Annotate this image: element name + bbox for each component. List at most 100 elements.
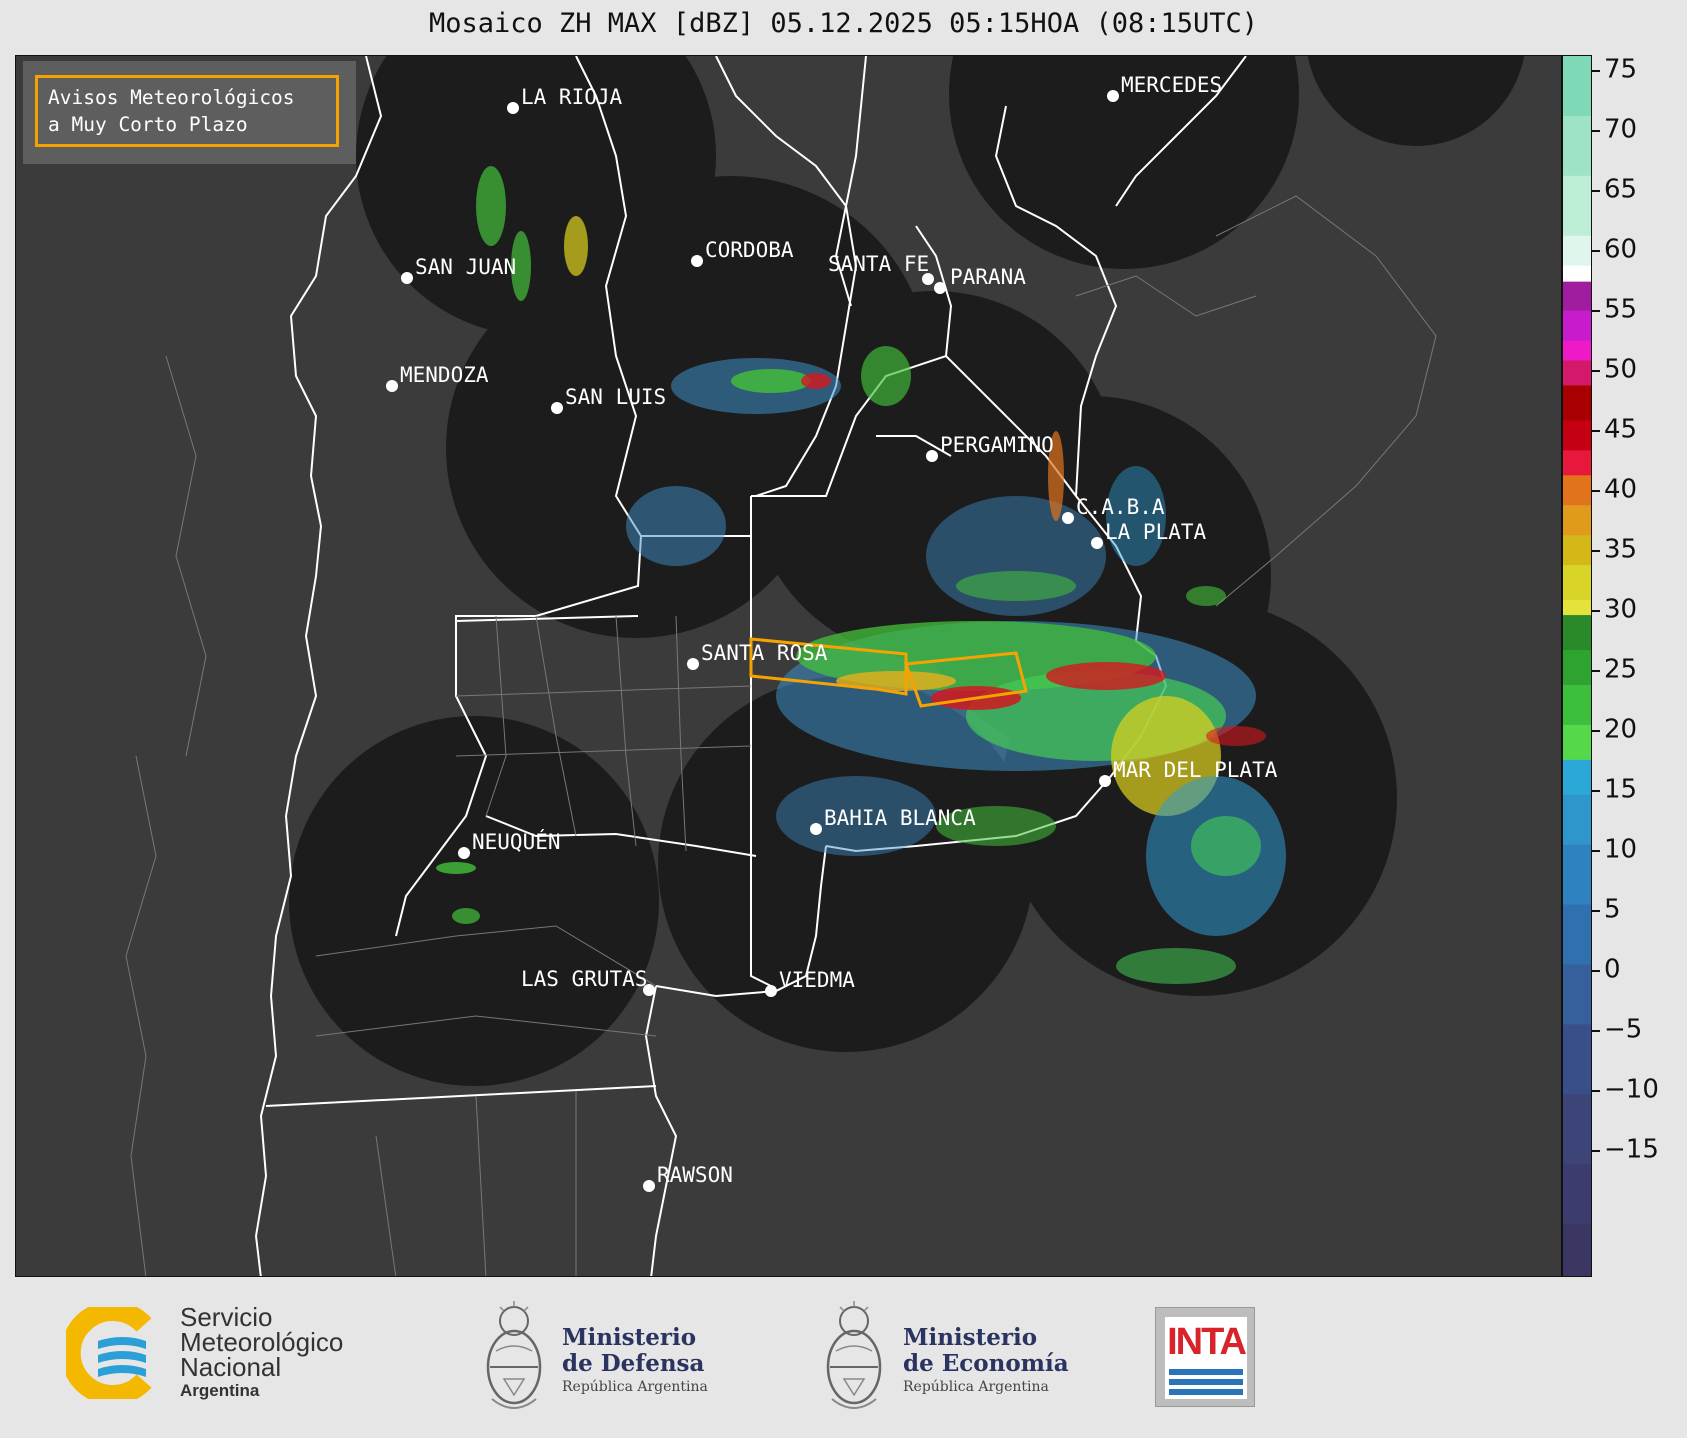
smn-logo-icon — [60, 1301, 152, 1405]
colorbar-tick-label: 15 — [1604, 774, 1638, 805]
colorbar-band — [1563, 115, 1591, 177]
colorbar-band — [1563, 310, 1591, 342]
coat-of-arms-icon — [826, 1301, 882, 1409]
colorbar-band — [1563, 535, 1591, 567]
defensa-sub: República Argentina — [562, 1379, 708, 1395]
colorbar-tick-mark — [1592, 430, 1600, 432]
warning-legend-line1: Avisos Meteorológicos — [48, 86, 295, 109]
colorbar-band — [1563, 235, 1591, 267]
colorbar-tick-label: 30 — [1604, 594, 1638, 625]
dbz-colorbar-ticks: 75 70 65 60 55 50 45 40 35 30 25 20 15 10 5 0 −5 −10 −15 — [1592, 54, 1687, 1277]
smn-line4: Argentina — [180, 1381, 260, 1400]
colorbar-tick-mark — [1592, 850, 1600, 852]
city-marker-san-juan[interactable] — [401, 272, 413, 284]
smn-line3: Nacional — [180, 1352, 282, 1382]
inta-logo-text: INTA — [1167, 1321, 1247, 1363]
city-marker-mercedes[interactable] — [1107, 90, 1119, 102]
smn-logo — [60, 1301, 166, 1405]
colorbar-tick-label: 10 — [1604, 834, 1638, 865]
colorbar-band — [1563, 684, 1591, 726]
map-title: Mosaico ZH MAX [dBZ] 05.12.2025 05:15HOA… — [428, 8, 1259, 39]
colorbar-tick-label: −10 — [1604, 1074, 1659, 1105]
city-label-rawson: RAWSON — [657, 1163, 733, 1187]
defensa-text: Ministerio de Defensa República Argentin… — [562, 1325, 708, 1397]
colorbar-tick-label: 60 — [1604, 234, 1638, 265]
colorbar-band — [1563, 265, 1591, 283]
colorbar-band — [1563, 964, 1591, 1026]
radar-map-canvas[interactable]: LA RIOJA MERCEDES SAN JUAN CORDOBA SANTA FE P… — [16, 56, 1562, 1277]
city-marker-mar-del-plata[interactable] — [1099, 775, 1111, 787]
colorbar-tick-mark — [1592, 130, 1600, 132]
colorbar-band — [1563, 1024, 1591, 1096]
city-marker-viedma[interactable] — [765, 985, 777, 997]
city-label-cordoba: CORDOBA — [705, 238, 794, 262]
defensa-title2: de Defensa — [562, 1350, 705, 1377]
city-label-c-a-b-a: C.A.B.A — [1076, 495, 1165, 519]
colorbar-band — [1563, 56, 1591, 117]
city-marker-cordoba[interactable] — [691, 255, 703, 267]
colorbar-tick-mark — [1592, 790, 1600, 792]
footer-logos: Servicio Meteorológico Nacional Argentin… — [0, 1277, 1687, 1438]
colorbar-band — [1563, 724, 1591, 761]
city-label-san-juan: SAN JUAN — [415, 255, 516, 279]
colorbar-band — [1563, 565, 1591, 602]
colorbar-tick-label: 55 — [1604, 294, 1638, 325]
city-marker-neuqu-n[interactable] — [458, 847, 470, 859]
warning-legend-box[interactable]: Avisos Meteorológicos a Muy Corto Plazo — [23, 61, 356, 164]
colorbar-tick-mark — [1592, 730, 1600, 732]
colorbar-tick-label: 45 — [1604, 414, 1638, 445]
city-marker-santa-rosa[interactable] — [687, 658, 699, 670]
warning-legend-line2: a Muy Corto Plazo — [48, 113, 248, 136]
colorbar-tick-mark — [1592, 1090, 1600, 1092]
city-label-viedma: VIEDMA — [779, 968, 855, 992]
city-marker-bahia-blanca[interactable] — [810, 823, 822, 835]
colorbar-tick-label: −15 — [1604, 1134, 1659, 1165]
colorbar-tick-label: 0 — [1604, 954, 1621, 985]
city-label-san-luis: SAN LUIS — [565, 385, 666, 409]
colorbar-band — [1563, 600, 1591, 617]
warning-legend-frame: Avisos Meteorológicos a Muy Corto Plazo — [35, 75, 339, 147]
city-label-mar-del-plata: MAR DEL PLATA — [1113, 758, 1278, 782]
colorbar-tick-mark — [1592, 970, 1600, 972]
colorbar-band — [1563, 175, 1591, 237]
colorbar-tick-label: −5 — [1604, 1014, 1643, 1045]
city-marker-san-luis[interactable] — [551, 402, 563, 414]
colorbar-band — [1563, 505, 1591, 537]
city-marker-pergamino[interactable] — [926, 450, 938, 462]
colorbar-tick-label: 75 — [1604, 54, 1638, 85]
colorbar-tick-mark — [1592, 190, 1600, 192]
colorbar-tick-mark — [1592, 610, 1600, 612]
city-marker-parana[interactable] — [934, 282, 946, 294]
city-label-las-grutas: LAS GRUTAS — [521, 967, 647, 991]
city-label-mercedes: MERCEDES — [1121, 73, 1222, 97]
radar-map[interactable]: LA RIOJA MERCEDES SAN JUAN CORDOBA SANTA FE P… — [15, 55, 1562, 1277]
city-marker-mendoza[interactable] — [386, 380, 398, 392]
dbz-colorbar-gradient — [1563, 56, 1591, 1276]
colorbar-tick-label: 35 — [1604, 534, 1638, 565]
economia-title1: Ministerio — [903, 1324, 1038, 1351]
colorbar-band — [1563, 385, 1591, 422]
colorbar-band — [1563, 904, 1591, 966]
city-label-santa-rosa: SANTA ROSA — [701, 641, 828, 665]
city-marker-rawson[interactable] — [643, 1180, 655, 1192]
colorbar-band — [1563, 450, 1591, 477]
city-marker-la-rioja[interactable] — [507, 102, 519, 114]
colorbar-band — [1563, 475, 1591, 507]
economia-seal — [820, 1299, 888, 1417]
city-marker-la-plata[interactable] — [1091, 537, 1103, 549]
coat-of-arms-icon — [486, 1301, 542, 1409]
radar-coverage-circles — [289, 56, 1525, 1086]
colorbar-tick-mark — [1592, 910, 1600, 912]
radar-coverage-extra — [1307, 56, 1525, 146]
colorbar-tick-label: 20 — [1604, 714, 1638, 745]
city-marker-c-a-b-a[interactable] — [1062, 512, 1074, 524]
city-label-pergamino: PERGAMINO — [940, 433, 1054, 457]
city-label-la-plata: LA PLATA — [1105, 520, 1207, 544]
economia-title2: de Economía — [903, 1350, 1069, 1377]
colorbar-band — [1563, 360, 1591, 387]
colorbar-band — [1563, 281, 1591, 312]
colorbar-band — [1563, 615, 1591, 652]
colorbar-tick-label: 40 — [1604, 474, 1638, 505]
colorbar-tick-label: 5 — [1604, 894, 1621, 925]
colorbar-tick-mark — [1592, 70, 1600, 72]
